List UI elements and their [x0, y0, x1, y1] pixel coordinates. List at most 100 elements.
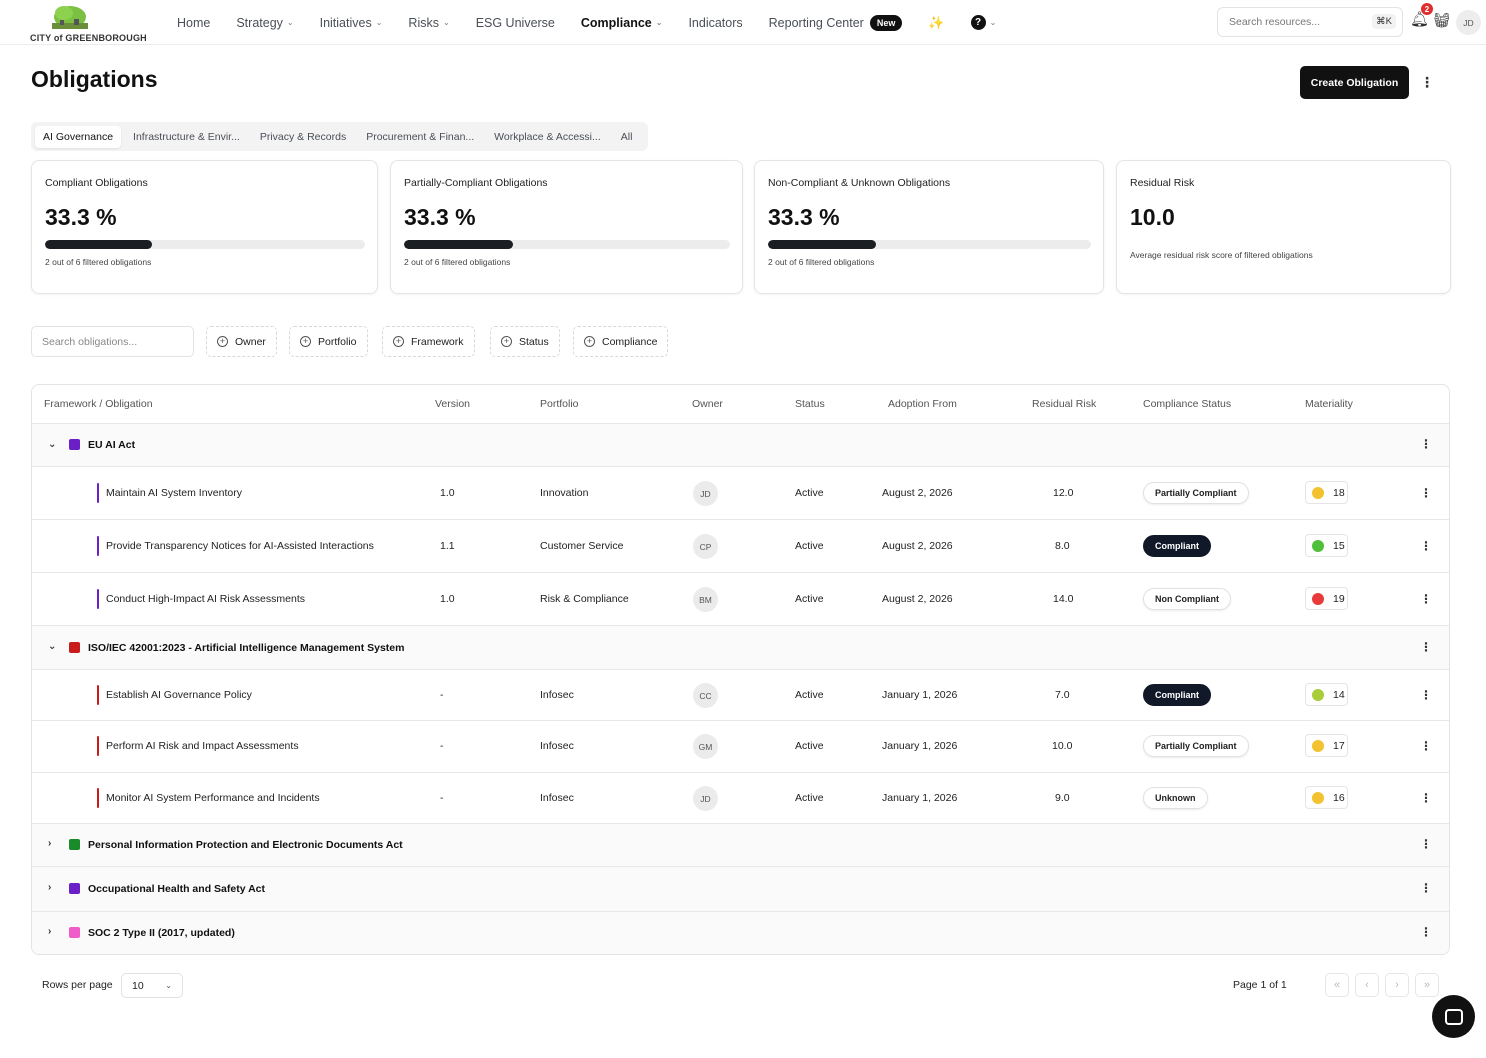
portfolio-cell: Customer Service	[540, 540, 624, 552]
owner-avatar[interactable]: CC	[693, 683, 718, 708]
owner-avatar[interactable]: CP	[693, 534, 718, 559]
owner-filter-button[interactable]: + Owner	[206, 326, 277, 357]
obligation-name[interactable]: Provide Transparency Notices for AI-Assi…	[106, 540, 374, 552]
column-header-portfolio[interactable]: Portfolio	[540, 398, 579, 410]
first-page-button[interactable]: «	[1325, 973, 1349, 997]
compliance-status-badge[interactable]: Unknown	[1143, 787, 1208, 809]
nav-strategy[interactable]: Strategy ⌄	[236, 16, 293, 30]
table-row[interactable]: Provide Transparency Notices for AI-Assi…	[32, 520, 1449, 573]
tab-all[interactable]: All	[613, 126, 641, 148]
nav-risks[interactable]: Risks ⌄	[408, 16, 449, 30]
table-row[interactable]: Maintain AI System Inventory 1.0 Innovat…	[32, 467, 1449, 520]
column-header-materiality[interactable]: Materiality	[1305, 398, 1353, 410]
search-resources-input[interactable]: Search resources... ⌘K	[1217, 7, 1403, 37]
user-avatar[interactable]: JD	[1456, 10, 1481, 35]
nav-compliance[interactable]: Compliance ⌄	[581, 16, 663, 30]
column-header-residual-risk[interactable]: Residual Risk	[1032, 398, 1096, 410]
group-row-pipeda[interactable]: › Personal Information Protection and El…	[32, 824, 1449, 867]
table-row[interactable]: Conduct High-Impact AI Risk Assessments …	[32, 573, 1449, 626]
owner-avatar[interactable]: JD	[693, 786, 718, 811]
more-options-icon[interactable]: ⋮	[1420, 739, 1432, 753]
owner-avatar[interactable]: BM	[693, 587, 718, 612]
table-row[interactable]: Establish AI Governance Policy - Infosec…	[32, 670, 1449, 721]
obligation-name[interactable]: Establish AI Governance Policy	[106, 689, 252, 701]
more-options-icon[interactable]: ⋮	[1420, 837, 1432, 851]
more-options-icon[interactable]: ⋮	[1420, 791, 1432, 805]
more-options-icon[interactable]: ⋮	[1420, 640, 1432, 654]
chevron-right-icon[interactable]: ›	[48, 926, 51, 937]
obligation-name[interactable]: Conduct High-Impact AI Risk Assessments	[106, 593, 305, 605]
search-obligations-input[interactable]: Search obligations...	[31, 326, 194, 357]
column-header-version[interactable]: Version	[435, 398, 470, 410]
framework-filter-button[interactable]: + Framework	[382, 326, 475, 357]
magic-wand-icon[interactable]: ✨	[928, 15, 944, 31]
nav-initiatives[interactable]: Initiatives ⌄	[320, 16, 383, 30]
nav-indicators[interactable]: Indicators	[688, 16, 742, 30]
group-row-iso-42001[interactable]: ⌄ ISO/IEC 42001:2023 - Artificial Intell…	[32, 626, 1449, 670]
rows-per-page-select[interactable]: 10 ⌄	[121, 973, 183, 998]
rows-per-page-label: Rows per page	[42, 979, 113, 991]
next-page-button[interactable]: ›	[1385, 973, 1409, 997]
obligation-name[interactable]: Maintain AI System Inventory	[106, 487, 242, 499]
compliance-status-badge[interactable]: Compliant	[1143, 684, 1211, 706]
tab-procurement[interactable]: Procurement & Finan...	[358, 126, 482, 148]
tab-privacy-records[interactable]: Privacy & Records	[252, 126, 354, 148]
status-filter-button[interactable]: + Status	[490, 326, 560, 357]
tab-infrastructure[interactable]: Infrastructure & Envir...	[125, 126, 248, 148]
version-cell: -	[440, 740, 444, 752]
compliance-status-badge[interactable]: Non Compliant	[1143, 588, 1231, 610]
more-options-icon[interactable]: ⋮	[1420, 486, 1432, 500]
more-options-icon[interactable]: ⋮	[1420, 592, 1432, 606]
chevron-down-icon: ⌄	[442, 18, 450, 27]
materiality-badge: 16	[1305, 786, 1348, 809]
column-header-status[interactable]: Status	[795, 398, 825, 410]
nav-esg-universe[interactable]: ESG Universe	[476, 16, 555, 30]
tab-workplace[interactable]: Workplace & Accessi...	[486, 126, 609, 148]
nav-reporting-center[interactable]: Reporting Center New	[769, 14, 903, 31]
owner-avatar[interactable]: GM	[693, 734, 718, 759]
table-row[interactable]: Perform AI Risk and Impact Assessments -…	[32, 721, 1449, 773]
help-menu[interactable]: ? ⌄	[970, 15, 996, 30]
more-options-icon[interactable]: ⋮	[1420, 74, 1434, 91]
city-logo[interactable]: CITY of GREENBOROUGH	[28, 3, 147, 43]
adoption-date-cell: January 1, 2026	[882, 792, 958, 804]
column-header-owner[interactable]: Owner	[692, 398, 723, 410]
create-obligation-button[interactable]: Create Obligation	[1300, 66, 1409, 99]
tab-ai-governance[interactable]: AI Governance	[35, 125, 122, 148]
chevron-right-icon[interactable]: ›	[48, 882, 51, 893]
more-options-icon[interactable]: ⋮	[1420, 688, 1432, 702]
obligation-name[interactable]: Monitor AI System Performance and Incide…	[106, 792, 320, 804]
table-row[interactable]: Monitor AI System Performance and Incide…	[32, 773, 1449, 824]
more-options-icon[interactable]: ⋮	[1420, 925, 1432, 939]
basket-icon[interactable]: 🧺︎	[1433, 12, 1451, 29]
column-header-framework[interactable]: Framework / Obligation	[44, 398, 153, 410]
obligation-name[interactable]: Perform AI Risk and Impact Assessments	[106, 740, 299, 752]
framework-color-bar	[97, 589, 99, 609]
portfolio-filter-button[interactable]: + Portfolio	[289, 326, 368, 357]
column-header-compliance-status[interactable]: Compliance Status	[1143, 398, 1231, 410]
previous-page-button[interactable]: ‹	[1355, 973, 1379, 997]
last-page-button[interactable]: »	[1415, 973, 1439, 997]
residual-risk-cell: 9.0	[1055, 792, 1070, 804]
card-footnote: 2 out of 6 filtered obligations	[768, 257, 875, 267]
owner-avatar[interactable]: JD	[693, 481, 718, 506]
compliance-status-badge[interactable]: Compliant	[1143, 535, 1211, 557]
framework-color-bar	[97, 788, 99, 808]
group-row-ohs-act[interactable]: › Occupational Health and Safety Act ⋮	[32, 867, 1449, 912]
more-options-icon[interactable]: ⋮	[1420, 881, 1432, 895]
chevron-down-icon[interactable]: ⌄	[48, 641, 56, 652]
compliance-status-badge[interactable]: Partially Compliant	[1143, 735, 1249, 757]
chat-launcher-button[interactable]	[1432, 995, 1475, 1038]
group-row-eu-ai-act[interactable]: ⌄ EU AI Act ⋮	[32, 424, 1449, 467]
more-options-icon[interactable]: ⋮	[1420, 437, 1432, 451]
chevron-down-icon: ⌄	[655, 18, 663, 27]
group-row-soc2[interactable]: › SOC 2 Type II (2017, updated) ⋮	[32, 912, 1449, 954]
compliance-filter-button[interactable]: + Compliance	[573, 326, 669, 357]
chevron-down-icon[interactable]: ⌄	[48, 439, 56, 450]
chevron-right-icon: ›	[1395, 979, 1399, 991]
compliance-status-badge[interactable]: Partially Compliant	[1143, 482, 1249, 504]
more-options-icon[interactable]: ⋮	[1420, 539, 1432, 553]
column-header-adoption-from[interactable]: Adoption From	[888, 398, 957, 410]
chevron-right-icon[interactable]: ›	[48, 838, 51, 849]
nav-home[interactable]: Home	[177, 16, 210, 30]
